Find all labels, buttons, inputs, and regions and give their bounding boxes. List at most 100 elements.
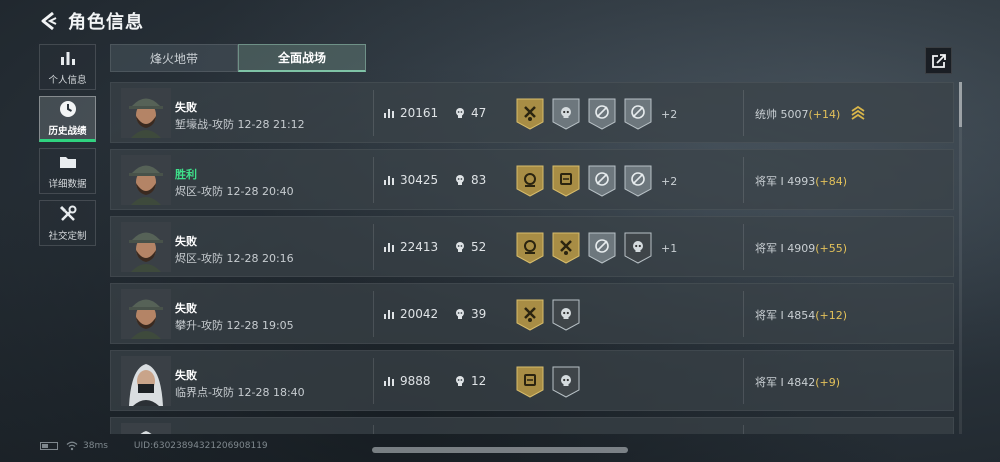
- sidebar-item-label: 详细数据: [48, 179, 87, 190]
- divider: [743, 291, 744, 337]
- sidebar-item-personal-info[interactable]: 个人信息: [39, 44, 96, 90]
- tab-hazard-zone[interactable]: 烽火地带: [110, 44, 238, 72]
- match-row[interactable]: 失败 临界点-攻防 12-28 18:40 9888 12 将军 Ⅰ 4842(…: [110, 350, 954, 411]
- medal-gold-crown-icon[interactable]: [515, 165, 545, 197]
- sidebar-item-label: 历史战绩: [48, 126, 87, 137]
- status-footer: 38ms UID:6302389432120690811​9: [40, 441, 268, 451]
- home-indicator[interactable]: [372, 447, 628, 453]
- bar-chart-icon: [384, 310, 394, 319]
- more-medals-count[interactable]: +2: [661, 108, 677, 121]
- match-time: 12-28 18:40: [237, 386, 305, 399]
- divider: [743, 358, 744, 404]
- medal-list: [515, 366, 589, 398]
- kills-stat: 39: [454, 307, 486, 321]
- medal-gold-box-icon[interactable]: [515, 366, 545, 398]
- rank-value: 5007: [780, 107, 809, 121]
- bar-chart-icon: [384, 377, 394, 386]
- match-row[interactable]: 胜利 烬区-攻防 12-28 20:40 30425 83 +2 将军 Ⅰ 49…: [110, 149, 954, 210]
- score-stat: 30425: [383, 173, 438, 187]
- scrollbar-track[interactable]: [959, 82, 962, 434]
- divider: [743, 224, 744, 270]
- folder-icon: [59, 157, 76, 168]
- medal-list: +2: [515, 165, 677, 197]
- match-result: 胜利: [175, 168, 197, 181]
- rank-gain: (+12): [815, 308, 848, 322]
- score-stat: 22413: [383, 240, 438, 254]
- divider: [373, 157, 374, 203]
- medal-dark-skull-icon[interactable]: [623, 232, 653, 264]
- header: 角色信息: [38, 9, 144, 33]
- sidebar-item-match-history[interactable]: 历史战绩: [39, 96, 96, 142]
- medal-gold-box-icon[interactable]: [551, 165, 581, 197]
- match-row[interactable]: [110, 417, 954, 434]
- match-map: 堑壕战-攻防: [175, 118, 234, 131]
- medal-gold-crown-icon[interactable]: [515, 232, 545, 264]
- medal-gold-axes-icon[interactable]: [515, 299, 545, 331]
- medal-list: +1: [515, 232, 677, 264]
- kills-stat: 83: [454, 173, 486, 187]
- kills-value: 52: [471, 240, 487, 254]
- uid-text: UID:6302389432120690811​9: [133, 441, 268, 451]
- match-row[interactable]: 失败 攀升-攻防 12-28 19:05 20042 39 将军 Ⅰ 4854(…: [110, 283, 954, 344]
- medal-gold-axes-icon[interactable]: [515, 98, 545, 130]
- match-history-list[interactable]: 失败 堑壕战-攻防 12-28 21:12 20161 47 +2 统帅 500…: [110, 82, 954, 434]
- match-mode-time: 烬区-攻防 12-28 20:16: [175, 250, 294, 266]
- divider: [743, 90, 744, 136]
- more-medals-count[interactable]: +1: [661, 242, 677, 255]
- medal-list: [515, 299, 589, 331]
- rank-label: 将军 Ⅰ: [755, 376, 784, 389]
- score-stat: 20161: [383, 106, 438, 120]
- avatar: [121, 155, 171, 205]
- back-arrow-icon[interactable]: [38, 10, 60, 32]
- medal-silver-cross-icon[interactable]: [587, 232, 617, 264]
- medal-silver-skull-icon[interactable]: [551, 98, 581, 130]
- share-icon: [931, 53, 946, 68]
- match-mode-time: 烬区-攻防 12-28 20:40: [175, 183, 294, 199]
- sidebar-item-label: 个人信息: [48, 75, 87, 86]
- medal-list: +2: [515, 98, 677, 130]
- match-row[interactable]: 失败 烬区-攻防 12-28 20:16 22413 52 +1 将军 Ⅰ 49…: [110, 216, 954, 277]
- more-medals-count[interactable]: +2: [661, 175, 677, 188]
- score-value: 9888: [400, 374, 431, 388]
- rank-label: 将军 Ⅰ: [755, 175, 784, 188]
- skull-icon: [456, 309, 464, 319]
- medal-dark-skull-icon[interactable]: [551, 299, 581, 331]
- skull-icon: [456, 175, 464, 185]
- match-time: 12-28 20:40: [226, 185, 294, 198]
- sidebar: 个人信息 历史战绩 详细数据 社交定制: [39, 44, 98, 252]
- chevron-rank-icon: [851, 106, 865, 120]
- ping-text: 38ms: [83, 441, 108, 451]
- score-value: 30425: [400, 173, 439, 187]
- scrollbar-thumb[interactable]: [959, 82, 962, 127]
- divider: [373, 358, 374, 404]
- match-map: 临界点-攻防: [175, 386, 234, 399]
- bar-chart-icon: [384, 176, 394, 185]
- medal-silver-cross-icon[interactable]: [623, 98, 653, 130]
- medal-dark-skull-icon[interactable]: [551, 366, 581, 398]
- medal-gold-axes-icon[interactable]: [551, 232, 581, 264]
- avatar: [121, 356, 171, 406]
- match-map: 烬区-攻防: [175, 252, 223, 265]
- avatar: [121, 423, 171, 434]
- bar-chart-icon: [384, 243, 394, 252]
- sidebar-item-social-customize[interactable]: 社交定制: [39, 200, 96, 246]
- mode-tabs: 烽火地带 全面战场: [110, 44, 366, 72]
- match-time: 12-28 19:05: [226, 319, 294, 332]
- battery-icon: [40, 442, 58, 450]
- medal-silver-cross-icon[interactable]: [623, 165, 653, 197]
- tab-all-out-warfare[interactable]: 全面战场: [238, 44, 366, 72]
- match-mode-time: 堑壕战-攻防 12-28 21:12: [175, 116, 305, 132]
- match-result: 失败: [175, 101, 197, 114]
- rank-gain: (+84): [815, 174, 848, 188]
- medal-silver-cross-icon[interactable]: [587, 165, 617, 197]
- sidebar-item-detailed-data[interactable]: 详细数据: [39, 148, 96, 194]
- rank-label: 统帅: [755, 108, 777, 121]
- medal-silver-cross-icon[interactable]: [587, 98, 617, 130]
- match-row[interactable]: 失败 堑壕战-攻防 12-28 21:12 20161 47 +2 统帅 500…: [110, 82, 954, 143]
- rank-label: 将军 Ⅰ: [755, 242, 784, 255]
- divider: [743, 425, 744, 434]
- rank-info: 统帅 5007 (+14): [755, 106, 866, 122]
- share-button[interactable]: [925, 47, 952, 74]
- score-value: 20042: [400, 307, 439, 321]
- rank-gain: (+55): [815, 241, 848, 255]
